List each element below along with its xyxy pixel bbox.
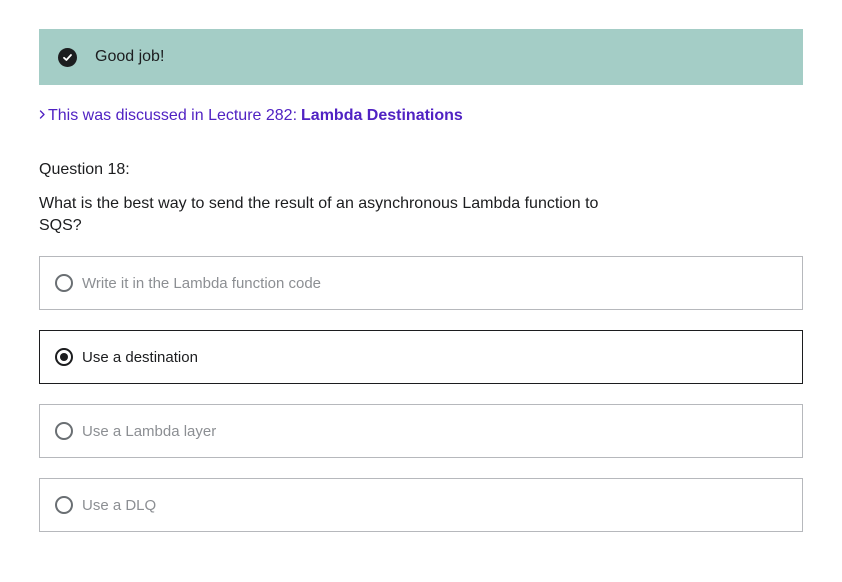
check-circle-icon [58, 47, 77, 67]
answer-option[interactable]: Write it in the Lambda function code [39, 256, 803, 310]
lecture-reference-link[interactable]: This was discussed in Lecture 282: Lambd… [39, 107, 463, 125]
answer-option-label: Use a Lambda layer [82, 422, 217, 440]
chevron-right-icon [39, 107, 48, 125]
radio-button[interactable] [55, 422, 73, 440]
radio-button[interactable] [55, 496, 73, 514]
lecture-reference-prefix: This was discussed in Lecture 282: [48, 107, 298, 124]
answer-option[interactable]: Use a Lambda layer [39, 404, 803, 458]
feedback-banner: Good job! [39, 29, 803, 85]
answer-option-label: Use a destination [82, 348, 198, 366]
answer-option[interactable]: Use a DLQ [39, 478, 803, 532]
radio-button[interactable] [55, 274, 73, 292]
answer-option-label: Use a DLQ [82, 496, 157, 514]
feedback-message: Good job! [95, 48, 165, 65]
lecture-title: Lambda Destinations [301, 107, 463, 124]
question-number: Question 18: [39, 161, 130, 178]
radio-dot [60, 353, 68, 361]
answer-option-label: Write it in the Lambda function code [82, 274, 322, 292]
radio-button-selected[interactable] [55, 348, 73, 366]
answer-option-selected[interactable]: Use a destination [39, 330, 803, 384]
question-text: What is the best way to send the result … [39, 195, 599, 234]
